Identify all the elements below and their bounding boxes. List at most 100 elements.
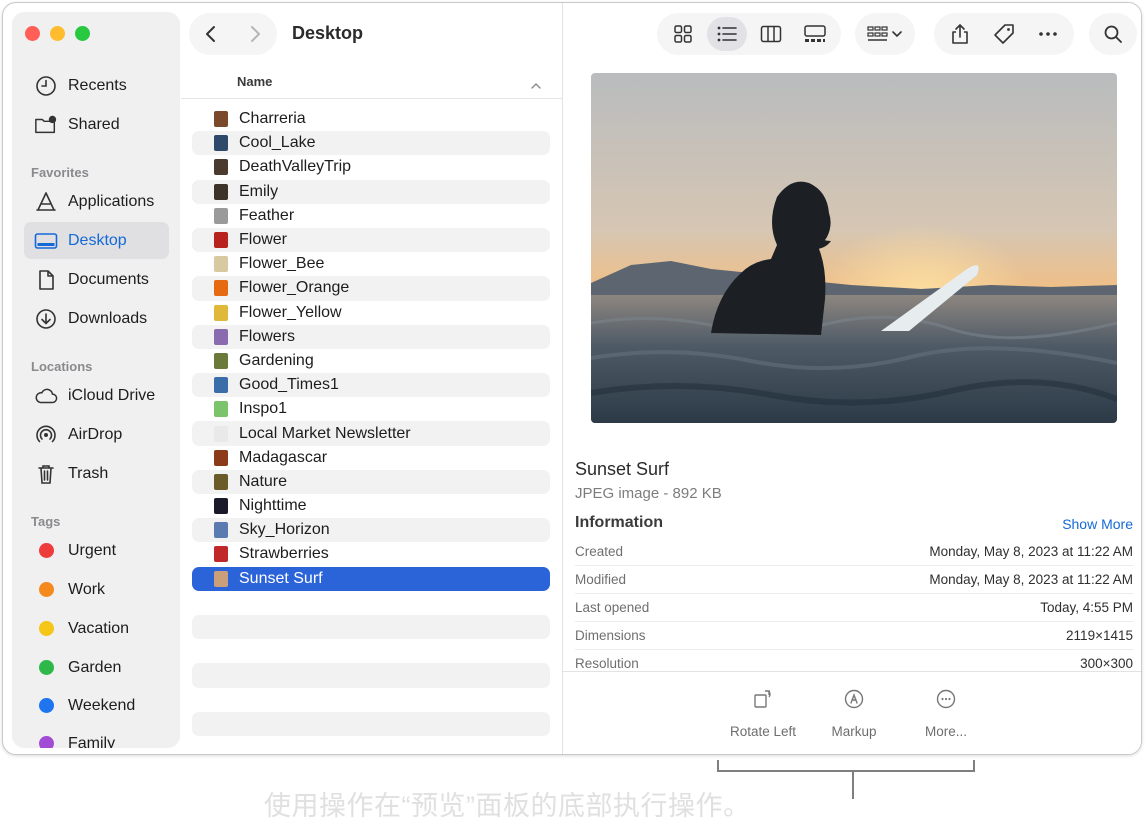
- tag-color-dot: [38, 736, 54, 748]
- sidebar-item-downloads[interactable]: Downloads: [24, 300, 169, 337]
- file-thumbnail-icon: [214, 207, 228, 224]
- share-button[interactable]: [940, 17, 980, 51]
- file-row[interactable]: Sunset Surf: [192, 566, 550, 591]
- callout-caption: 使用操作在“预览”面板的底部执行操作。: [264, 791, 751, 821]
- list-view-button[interactable]: [707, 17, 747, 51]
- column-view-icon: [760, 25, 782, 43]
- file-thumbnail-icon: [214, 449, 228, 466]
- rotate-left-button[interactable]: Rotate Left: [718, 686, 808, 739]
- group-by-button[interactable]: [855, 13, 915, 55]
- file-row[interactable]: Local Market Newsletter: [192, 421, 550, 446]
- sidebar-item-icloud-drive[interactable]: iCloud Drive: [24, 377, 169, 414]
- info-value: 2119×1415: [1066, 628, 1133, 643]
- file-row[interactable]: Flower_Bee: [192, 252, 550, 276]
- forward-button[interactable]: [233, 13, 277, 55]
- sidebar-item-recents[interactable]: Recents: [24, 67, 169, 104]
- file-name: Sunset Surf: [239, 569, 323, 587]
- sidebar-tag-family[interactable]: Family: [24, 725, 169, 748]
- file-thumbnail-icon: [214, 546, 228, 563]
- desktop-icon: [34, 229, 58, 253]
- file-row[interactable]: Gardening: [192, 349, 550, 373]
- file-row[interactable]: Flower_Yellow: [192, 301, 550, 325]
- back-button[interactable]: [189, 13, 233, 55]
- callout-line: [852, 772, 854, 799]
- empty-row: [192, 591, 550, 615]
- sidebar-item-applications[interactable]: Applications: [24, 183, 169, 220]
- close-button[interactable]: [25, 26, 40, 41]
- file-name: DeathValleyTrip: [239, 158, 352, 176]
- info-row-created: Created Monday, May 8, 2023 at 11:22 AM: [575, 537, 1133, 565]
- file-row[interactable]: Strawberries: [192, 542, 550, 566]
- sidebar-tag-work[interactable]: Work: [24, 571, 169, 608]
- file-row[interactable]: Inspo1: [192, 397, 550, 421]
- markup-button[interactable]: Markup: [809, 686, 899, 739]
- group-icon: [867, 26, 902, 41]
- file-row[interactable]: Flower: [192, 227, 550, 253]
- file-row[interactable]: DeathValleyTrip: [192, 155, 550, 179]
- tag-color-dot: [38, 621, 54, 636]
- sidebar-item-trash[interactable]: Trash: [24, 455, 169, 492]
- sidebar: Recents Shared Favorites Applications De…: [12, 12, 180, 748]
- locations-heading: Locations: [31, 359, 93, 374]
- more-actions-button[interactable]: [1028, 17, 1068, 51]
- file-thumbnail-icon: [214, 232, 228, 249]
- empty-row: [192, 639, 550, 663]
- file-row[interactable]: Emily: [192, 179, 550, 204]
- tag-button[interactable]: [984, 17, 1024, 51]
- sidebar-tag-vacation[interactable]: Vacation: [24, 610, 169, 647]
- sidebar-item-desktop[interactable]: Desktop: [24, 222, 169, 259]
- empty-row: [192, 614, 550, 640]
- sidebar-item-documents[interactable]: Documents: [24, 261, 169, 298]
- gallery-view-button[interactable]: [795, 17, 835, 51]
- sidebar-item-label: AirDrop: [68, 425, 123, 443]
- preview-title: Sunset Surf: [575, 459, 670, 479]
- sidebar-tag-urgent[interactable]: Urgent: [24, 532, 169, 569]
- information-heading: Information: [575, 514, 663, 531]
- file-row[interactable]: Cool_Lake: [192, 131, 550, 156]
- file-row[interactable]: Flower_Orange: [192, 276, 550, 301]
- file-name: Madagascar: [239, 448, 328, 466]
- share-icon: [952, 23, 968, 44]
- info-value: 300×300: [1080, 656, 1133, 671]
- sidebar-tag-weekend[interactable]: Weekend: [24, 687, 169, 724]
- sidebar-item-airdrop[interactable]: AirDrop: [24, 416, 169, 453]
- show-more-link[interactable]: Show More: [1062, 516, 1133, 532]
- file-row[interactable]: Madagascar: [192, 446, 550, 470]
- file-row[interactable]: Nighttime: [192, 494, 550, 518]
- info-value: Monday, May 8, 2023 at 11:22 AM: [929, 572, 1133, 587]
- file-thumbnail-icon: [214, 328, 228, 345]
- gallery-view-icon: [804, 25, 826, 42]
- zoom-button[interactable]: [75, 26, 90, 41]
- more-button[interactable]: More...: [901, 686, 991, 739]
- action-label: Rotate Left: [729, 724, 797, 739]
- sidebar-item-label: Applications: [68, 192, 155, 210]
- file-row[interactable]: Flowers: [192, 324, 550, 349]
- column-header[interactable]: Name: [181, 73, 562, 99]
- sidebar-item-shared[interactable]: Shared: [24, 106, 169, 143]
- favorites-heading: Favorites: [31, 165, 89, 180]
- applications-icon: [34, 190, 58, 214]
- file-thumbnail-icon: [214, 256, 228, 273]
- tag-icon: [994, 24, 1014, 44]
- navigation-buttons: [189, 13, 277, 55]
- file-name: Feather: [239, 206, 295, 224]
- file-row[interactable]: Nature: [192, 469, 550, 494]
- more-icon: [901, 686, 991, 712]
- file-thumbnail-icon: [214, 401, 228, 418]
- file-row[interactable]: Feather: [192, 204, 550, 228]
- file-name: Nighttime: [239, 497, 307, 515]
- callout-bracket: [717, 760, 975, 772]
- file-row[interactable]: Sky_Horizon: [192, 518, 550, 543]
- sidebar-tag-garden[interactable]: Garden: [24, 649, 169, 686]
- file-thumbnail-icon: [214, 304, 228, 321]
- file-row[interactable]: Charreria: [192, 107, 550, 131]
- action-label: More...: [924, 724, 967, 739]
- column-view-button[interactable]: [751, 17, 791, 51]
- icon-view-button[interactable]: [663, 17, 703, 51]
- search-button[interactable]: [1089, 13, 1137, 55]
- minimize-button[interactable]: [50, 26, 65, 41]
- file-name: Flower_Bee: [239, 255, 325, 273]
- info-value: Today, 4:55 PM: [1040, 600, 1133, 615]
- file-thumbnail-icon: [214, 159, 228, 176]
- file-row[interactable]: Good_Times1: [192, 373, 550, 398]
